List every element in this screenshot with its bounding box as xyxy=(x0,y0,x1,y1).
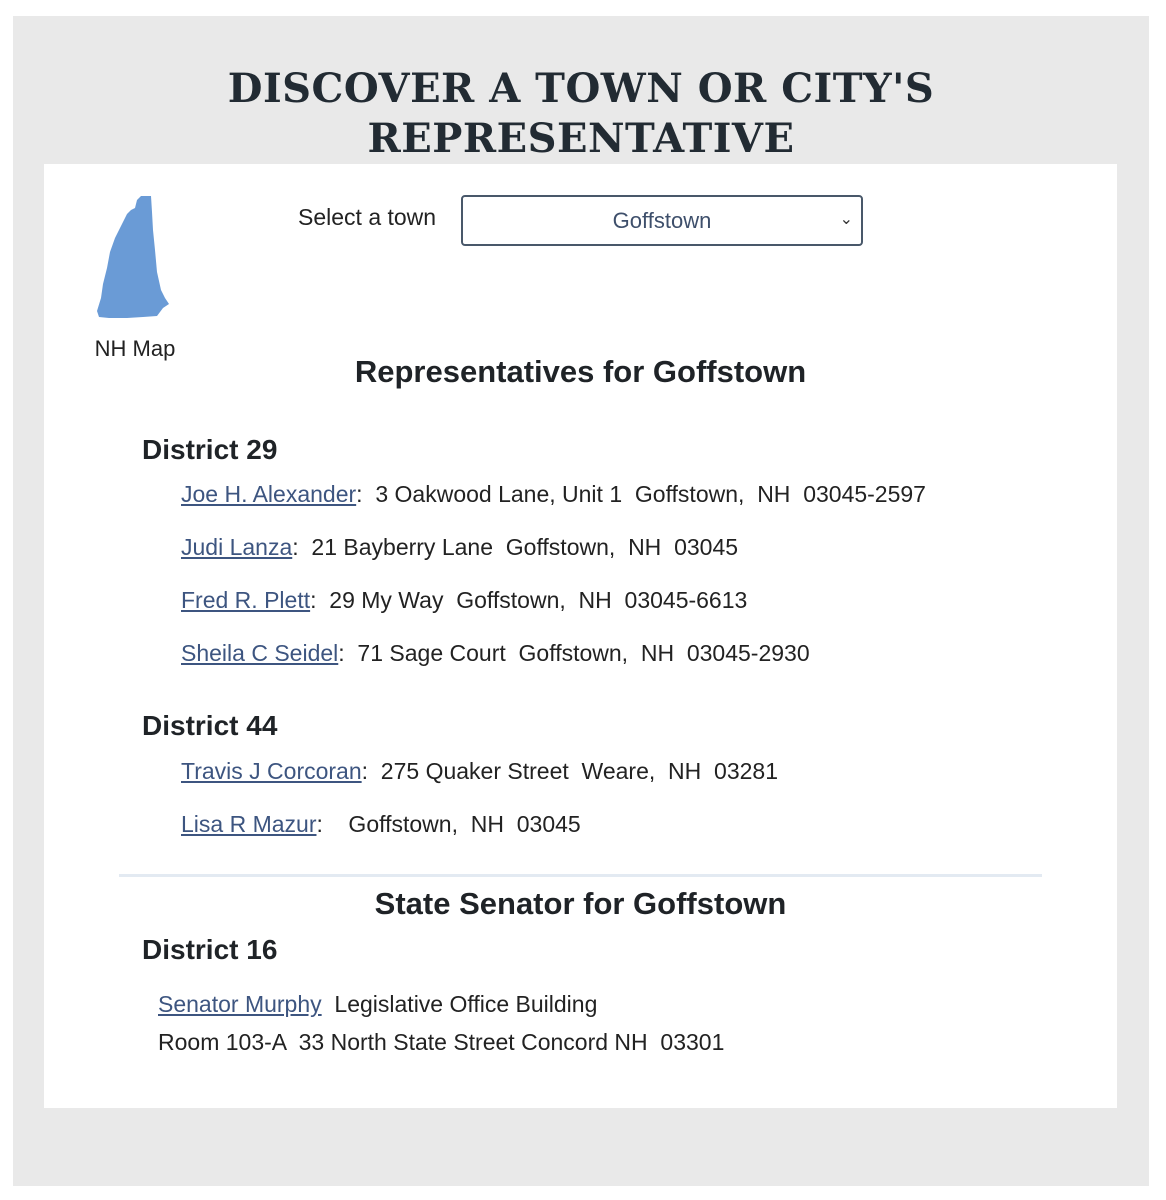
page-title: DISCOVER A TOWN OR CITY'S REPRESENTATIVE xyxy=(13,64,1149,164)
representative-address: : 29 My Way Goffstown, NH 03045-6613 xyxy=(310,587,748,613)
representative-link[interactable]: Judi Lanza xyxy=(181,534,292,560)
representative-address: : 21 Bayberry Lane Goffstown, NH 03045 xyxy=(292,534,739,560)
senator-address-line-1: Legislative Office Building xyxy=(321,991,598,1017)
chevron-down-icon[interactable]: ⌄ xyxy=(840,209,853,229)
representative-link[interactable]: Joe H. Alexander xyxy=(181,481,356,507)
senator-address-line-2: Room 103-A 33 North State Street Concord… xyxy=(158,1029,725,1055)
town-select[interactable]: Goffstown ⌄ xyxy=(461,195,863,246)
representative-row: Sheila C Seidel: 71 Sage Court Goffstown… xyxy=(181,640,810,667)
representative-address: : Goffstown, NH 03045 xyxy=(316,811,581,837)
senator-link[interactable]: Senator Murphy xyxy=(158,991,322,1017)
representative-row: Lisa R Mazur: Goffstown, NH 03045 xyxy=(181,811,581,838)
senator-row: Senator Murphy Legislative Office Buildi… xyxy=(158,991,597,1018)
representative-link[interactable]: Sheila C Seidel xyxy=(181,640,338,666)
representative-link[interactable]: Travis J Corcoran xyxy=(181,758,362,784)
senator-title: State Senator for Goffstown xyxy=(374,886,787,921)
representative-link[interactable]: Lisa R Mazur xyxy=(181,811,316,837)
representative-address: : 3 Oakwood Lane, Unit 1 Goffstown, NH 0… xyxy=(356,481,926,507)
district-heading: District 44 xyxy=(142,710,278,741)
page-title-line-2: REPRESENTATIVE xyxy=(367,115,795,162)
representative-card: NH Map Select a town Goffstown ⌄ Represe… xyxy=(44,164,1117,1108)
representative-row: Travis J Corcoran: 275 Quaker Street Wea… xyxy=(181,758,778,785)
senate-district-heading: District 16 xyxy=(142,934,278,965)
district-heading: District 29 xyxy=(142,434,278,465)
town-select-value[interactable]: Goffstown xyxy=(463,208,861,234)
section-divider xyxy=(119,874,1042,877)
representative-row: Joe H. Alexander: 3 Oakwood Lane, Unit 1… xyxy=(181,481,926,508)
page-title-line-1: DISCOVER A TOWN OR CITY'S xyxy=(227,65,935,112)
representatives-title: Representatives for Goffstown xyxy=(354,354,807,389)
page-background: DISCOVER A TOWN OR CITY'S REPRESENTATIVE… xyxy=(13,16,1149,1186)
representative-link[interactable]: Fred R. Plett xyxy=(181,587,310,613)
representative-address: : 71 Sage Court Goffstown, NH 03045-2930 xyxy=(338,640,810,666)
representative-row: Judi Lanza: 21 Bayberry Lane Goffstown, … xyxy=(181,534,738,561)
representative-row: Fred R. Plett: 29 My Way Goffstown, NH 0… xyxy=(181,587,747,614)
nh-state-map-icon[interactable] xyxy=(95,194,175,324)
select-town-label: Select a town xyxy=(298,204,437,230)
representative-address: : 275 Quaker Street Weare, NH 03281 xyxy=(361,758,778,784)
